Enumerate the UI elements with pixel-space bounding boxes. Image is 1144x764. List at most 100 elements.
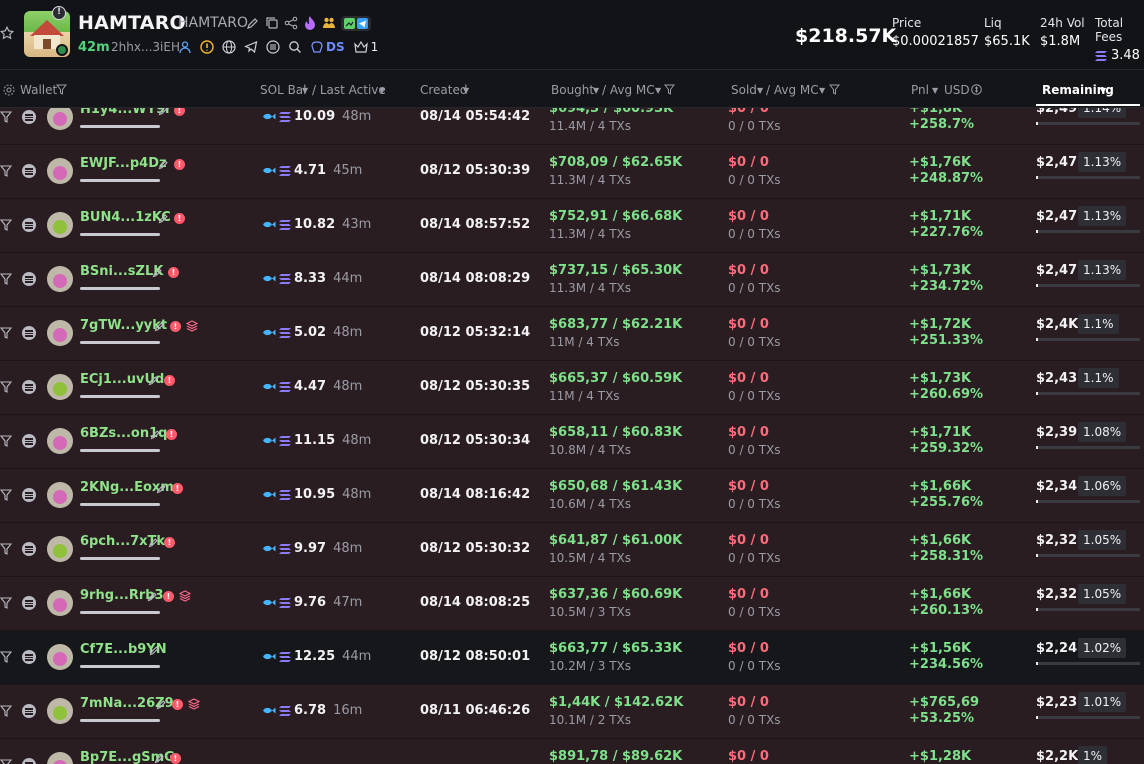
filter-icon[interactable] [0, 705, 12, 717]
filter-icon[interactable] [56, 84, 67, 95]
table-row[interactable]: EWJF...p4Dz! 4.71 45m 08/12 05:30:39 $708,09… [0, 145, 1144, 199]
copy-icon[interactable] [265, 16, 279, 30]
edit-icon[interactable] [147, 591, 158, 602]
table-row[interactable]: 6pch...7xTk! 9.97 48m 08/12 05:30:32 $641,87… [0, 523, 1144, 577]
col-last-active[interactable]: / Last Active [312, 83, 386, 97]
menu-icon[interactable] [22, 758, 36, 764]
edit-icon[interactable] [246, 16, 260, 30]
menu-icon[interactable] [22, 218, 36, 232]
share-icon[interactable] [284, 16, 298, 30]
filter-icon[interactable] [0, 273, 12, 285]
filter-icon[interactable] [0, 381, 12, 393]
filter-icon[interactable] [0, 219, 12, 231]
edit-icon[interactable] [158, 213, 169, 224]
table-row[interactable]: Bp7E...gSmG! $891,78 / $89.62K $0 / 0 +$1,2… [0, 739, 1144, 764]
token-actions [246, 14, 371, 32]
filter-icon[interactable] [0, 327, 12, 339]
sol-icon [279, 489, 291, 500]
holders-count[interactable]: 1 [353, 40, 378, 54]
table-row[interactable]: 9rhg...Rrb3! 9.76 47m 08/14 08:08:25 $637,36… [0, 577, 1144, 631]
star-icon[interactable] [0, 26, 14, 40]
filter-icon[interactable] [664, 84, 675, 95]
info-icon[interactable]: ! [52, 6, 66, 20]
chart-icon[interactable] [344, 17, 355, 29]
sol-icon [279, 651, 291, 662]
pnl-percent: +259.32% [909, 441, 984, 456]
filter-icon[interactable] [0, 435, 12, 447]
table-row[interactable]: Cf7E...b9YN 12.25 44m 08/12 08:50:01 $663,77… [0, 631, 1144, 685]
edit-icon[interactable] [148, 375, 159, 386]
edit-icon[interactable] [152, 267, 163, 278]
menu-icon[interactable] [22, 542, 36, 556]
table-row[interactable]: 6BZs...on1q! 11.15 48m 08/12 05:30:34 $658,1… [0, 415, 1144, 469]
warning-icon[interactable] [200, 40, 214, 54]
filter-icon[interactable] [0, 165, 12, 177]
menu-icon[interactable] [22, 380, 36, 394]
wallet-address[interactable]: EWJF...p4Dz [80, 156, 167, 171]
edit-icon[interactable] [156, 699, 167, 710]
edit-icon[interactable] [149, 645, 160, 656]
edit-icon[interactable] [154, 321, 165, 332]
table-row[interactable]: 2KNg...Eoxm! 10.95 48m 08/14 08:16:42 $650,6… [0, 469, 1144, 523]
col-avg-mc-buy[interactable]: / Avg MC [602, 83, 655, 97]
sol-icon [279, 165, 291, 176]
token-address[interactable]: 2hhx...3iEH [111, 40, 180, 54]
edit-icon[interactable] [150, 429, 161, 440]
menu-icon[interactable] [22, 596, 36, 610]
filter-icon[interactable] [0, 651, 12, 663]
filter-icon[interactable] [0, 759, 12, 764]
menu-icon[interactable] [22, 326, 36, 340]
table-row[interactable]: ECj1...uvUd! 4.47 48m 08/12 05:30:35 $665,37… [0, 361, 1144, 415]
currency-toggle-icon[interactable] [971, 84, 982, 95]
wallet-icons: ! [156, 481, 183, 495]
table-row[interactable]: 7mNa...26Z9! 6.78 16m 08/11 06:46:26 $1,44K … [0, 685, 1144, 739]
col-pnl[interactable]: Pnl [911, 83, 929, 97]
col-sold[interactable]: Sold [731, 83, 757, 97]
edit-icon[interactable] [148, 537, 159, 548]
bought-amount: 10.5M / 4 TXs [549, 551, 631, 565]
sol-icon [279, 597, 291, 608]
col-wallet[interactable]: Wallet [20, 83, 57, 97]
col-usd-toggle[interactable]: USD [944, 83, 970, 97]
filter-icon[interactable] [829, 84, 840, 95]
table-row[interactable]: 7gTW...yykt! 5.02 48m 08/12 05:32:14 $683,77… [0, 307, 1144, 361]
filter-icon[interactable] [0, 111, 12, 123]
pnl-value: +$1,66K +255.76% [909, 479, 983, 511]
created-time: 08/14 08:16:42 [420, 487, 531, 502]
stat-vol-value: $1.8M [1040, 34, 1081, 49]
wallet-address[interactable]: BSni...sZLK [80, 264, 163, 279]
edit-icon[interactable] [158, 108, 169, 116]
pnl-percent: +258.31% [909, 549, 984, 564]
edit-icon[interactable] [156, 483, 167, 494]
menu-icon[interactable] [22, 650, 36, 664]
bought-amount: 11.4M / 4 TXs [549, 119, 631, 133]
menu-icon[interactable] [22, 272, 36, 286]
globe-icon[interactable] [222, 40, 236, 54]
telegram-icon[interactable] [244, 40, 258, 54]
search-icon[interactable] [288, 40, 302, 54]
table-row[interactable]: BUN4...1zKC! 10.82 43m 08/14 08:57:52 $752,9… [0, 199, 1144, 253]
col-avg-mc-sell[interactable]: / Avg MC [766, 83, 819, 97]
filter-icon[interactable] [0, 543, 12, 555]
remaining-value: $2,4K [1036, 317, 1079, 332]
table-row[interactable]: BSni...sZLK! 8.33 44m 08/14 08:08:29 $737,15… [0, 253, 1144, 307]
menu-icon[interactable] [22, 488, 36, 502]
col-created[interactable]: Created [420, 83, 468, 97]
table-row[interactable]: H1y4...WY9r! 10.09 48m 08/14 05:54:42 $694,3… [0, 108, 1144, 145]
edit-icon[interactable] [158, 159, 169, 170]
menu-icon[interactable] [22, 434, 36, 448]
coin-icon[interactable] [266, 40, 280, 54]
filter-icon[interactable] [0, 489, 12, 501]
settings-icon[interactable] [3, 84, 15, 96]
col-sol-bal[interactable]: SOL Bal [260, 83, 306, 97]
menu-icon[interactable] [22, 110, 36, 124]
pnl-usd: +$1,76K [909, 155, 972, 170]
menu-icon[interactable] [22, 704, 36, 718]
edit-icon[interactable] [154, 753, 165, 764]
dexscreener-link[interactable]: DS [310, 40, 345, 54]
menu-icon[interactable] [22, 164, 36, 178]
filter-icon[interactable] [0, 597, 12, 609]
col-bought[interactable]: Bought [551, 83, 594, 97]
user-icon[interactable] [178, 40, 192, 54]
telegram-icon[interactable] [357, 17, 368, 29]
